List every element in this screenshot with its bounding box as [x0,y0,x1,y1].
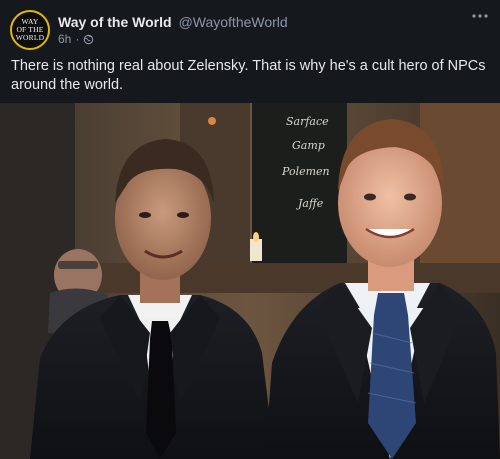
meta-separator: · [75,32,80,46]
svg-text:Sarface: Sarface [286,115,329,128]
post-photo[interactable]: Sarface Gamp Polemen Jaffe [0,103,500,459]
post-meta: 6h · [58,32,94,46]
author-handle[interactable]: @WayoftheWorld [179,14,288,30]
post-timestamp[interactable]: 6h [58,32,71,46]
post-text: There is nothing real about Zelensky. Th… [11,58,486,93]
avatar-text-line-3: WORLD [15,33,45,42]
more-dots-icon[interactable] [470,8,490,24]
author-name[interactable]: Way of the World [58,14,172,30]
svg-text:Jaffe: Jaffe [296,197,324,210]
author-line: Way of the World @WayoftheWorld [58,13,288,31]
post-card[interactable]: WAY OF THE WORLD Way of the World @Wayof… [0,0,500,459]
globe-icon [84,34,94,44]
svg-text:Gamp: Gamp [292,139,325,152]
author-avatar[interactable]: WAY OF THE WORLD [10,10,50,50]
svg-text:Polemen: Polemen [281,165,330,178]
